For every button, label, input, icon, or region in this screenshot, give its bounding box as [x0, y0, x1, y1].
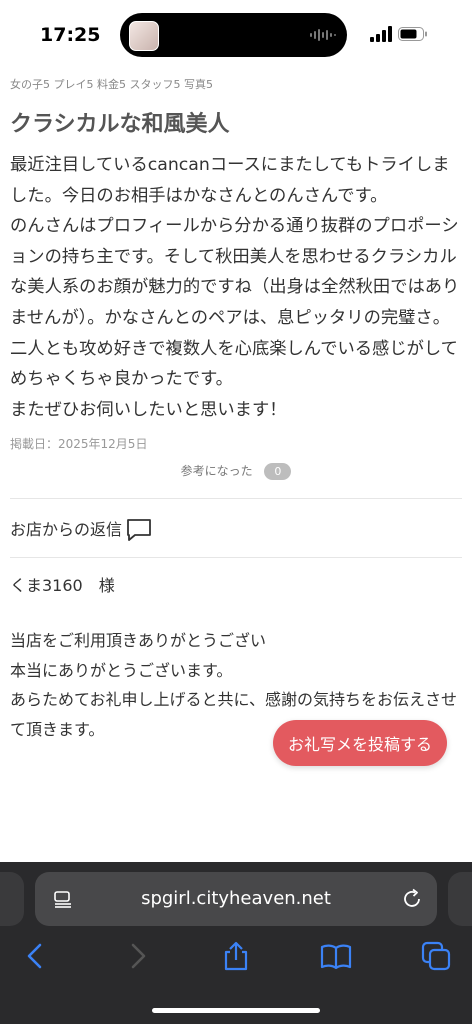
- review-body: 最近注目しているcancanコースにまたしてもトライしました。今日のお相手はかな…: [10, 150, 462, 425]
- next-tab-preview[interactable]: [448, 872, 472, 926]
- address-bar[interactable]: spgirl.cityheaven.net: [35, 872, 437, 926]
- home-indicator: [152, 1008, 320, 1013]
- review-content: 女の子5 プレイ5 料金5 スタッフ5 写真5 クラシカルな和風美人 最近注目し…: [10, 70, 462, 744]
- previous-tab-preview[interactable]: [0, 872, 24, 926]
- helpful-count-badge: 0: [264, 463, 292, 481]
- status-bar: 17:25: [0, 0, 472, 70]
- battery-icon: [398, 27, 427, 41]
- review-paragraph: のんさんはプロフィールから分かる通り抜群のプロポーションの持ち主です。そして秋田…: [10, 216, 460, 390]
- review-paragraph: 最近注目しているcancanコースにまたしてもトライしました。今日のお相手はかな…: [10, 155, 450, 206]
- review-title: クラシカルな和風美人: [10, 112, 230, 137]
- share-icon[interactable]: [220, 940, 252, 972]
- reply-recipient: くま3160 様: [10, 576, 115, 596]
- cellular-signal-icon: [370, 26, 392, 42]
- speech-bubble-icon: [127, 518, 151, 541]
- post-thank-you-photo-button[interactable]: お礼写メを投稿する: [273, 720, 447, 766]
- back-icon[interactable]: [20, 940, 52, 972]
- helpful-button[interactable]: 参考になった: [181, 464, 253, 478]
- now-playing-thumbnail: [129, 21, 159, 51]
- reload-icon[interactable]: [401, 888, 423, 910]
- helpful-row: 参考になった 0: [10, 462, 462, 484]
- shop-reply-toggle[interactable]: お店からの返信: [10, 499, 462, 557]
- reply-line: 本当にありがとうございます。: [10, 660, 233, 680]
- forward-icon[interactable]: [121, 940, 153, 972]
- tabs-icon[interactable]: [420, 940, 452, 972]
- audio-wave-icon: [310, 29, 336, 41]
- reply-line: 当店をご利用頂きありがとうござい: [10, 631, 267, 651]
- review-paragraph: またぜひお伺いしたいと思います！: [10, 399, 287, 420]
- status-time: 17:25: [40, 24, 101, 46]
- bookmarks-icon[interactable]: [320, 940, 352, 972]
- url-text: spgirl.cityheaven.net: [141, 888, 331, 909]
- dynamic-island[interactable]: [120, 13, 347, 57]
- rating-tags: 女の子5 プレイ5 料金5 スタッフ5 写真5: [10, 78, 213, 91]
- shop-reply-label: お店からの返信: [10, 520, 123, 540]
- posted-date: 掲載日：2025年12月5日: [10, 437, 148, 452]
